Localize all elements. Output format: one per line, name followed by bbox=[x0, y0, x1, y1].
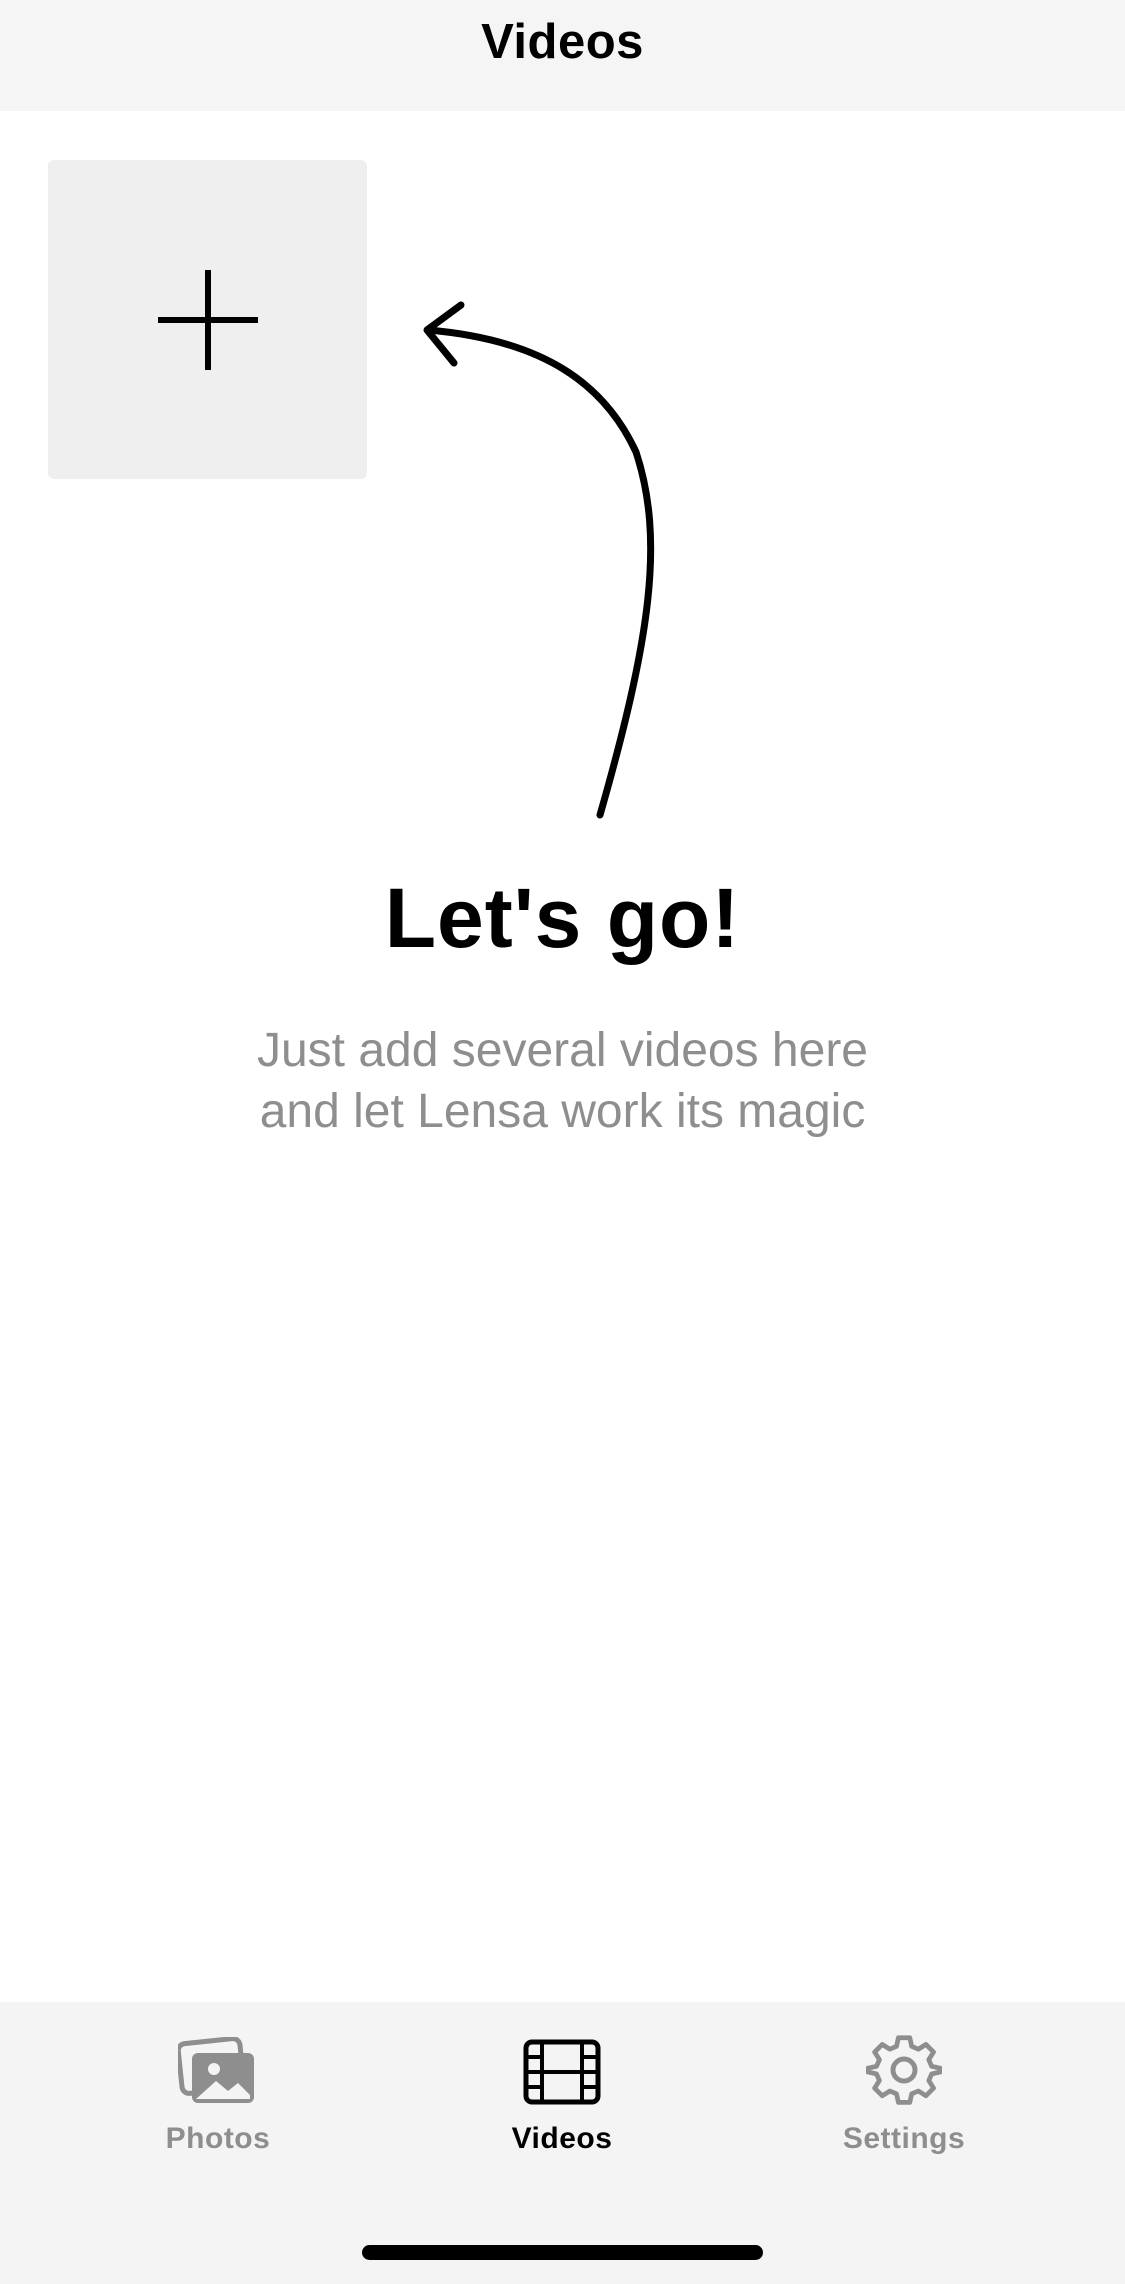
empty-state-title: Let's go! bbox=[384, 871, 741, 965]
tab-videos[interactable]: Videos bbox=[432, 2032, 692, 2162]
subtitle-line-1: Just add several videos here bbox=[256, 1024, 868, 1077]
tab-settings[interactable]: Settings bbox=[774, 2032, 1034, 2162]
photos-icon bbox=[178, 2032, 258, 2112]
gear-icon bbox=[866, 2032, 942, 2112]
tab-videos-label: Videos bbox=[511, 2122, 613, 2155]
tab-settings-label: Settings bbox=[842, 2122, 966, 2155]
videos-screen: Videos Let's go! Just add several videos… bbox=[0, 0, 1125, 2284]
subtitle-line-2: and let Lensa work its magic bbox=[259, 1085, 866, 1138]
tab-photos[interactable]: Photos bbox=[88, 2032, 348, 2162]
empty-state-subtitle: Just add several videos here and let Len… bbox=[0, 1020, 1125, 1142]
tab-photos-label: Photos bbox=[165, 2122, 271, 2155]
film-icon bbox=[523, 2032, 601, 2112]
curved-arrow-icon bbox=[423, 301, 655, 819]
home-indicator bbox=[362, 2245, 763, 2260]
tab-bar: Photos Videos Settings bbox=[0, 2002, 1125, 2284]
